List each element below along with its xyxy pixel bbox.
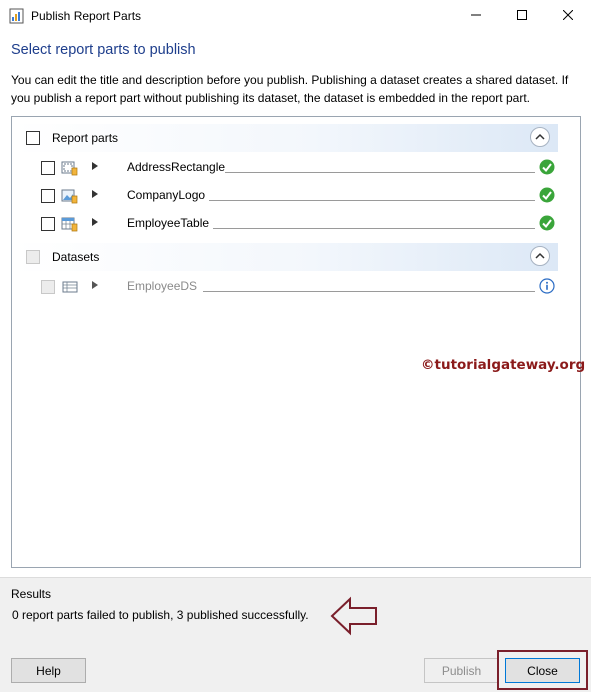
list-item-employee-ds[interactable]: EmployeeDS [13, 275, 573, 299]
info-icon [539, 278, 555, 294]
group-header-report-parts: Report parts [13, 124, 558, 152]
group-header-datasets: Datasets [13, 243, 558, 271]
expand-arrow-icon[interactable] [92, 218, 98, 226]
close-button[interactable]: Close [505, 658, 580, 683]
results-message: 0 report parts failed to publish, 3 publ… [12, 608, 309, 622]
results-title: Results [11, 587, 52, 601]
expand-arrow-icon[interactable] [92, 281, 98, 289]
maximize-button[interactable] [499, 0, 545, 30]
rectangle-icon [61, 161, 78, 176]
item-divider [203, 291, 535, 292]
success-check-icon [539, 187, 555, 203]
item-divider [209, 200, 535, 201]
maximize-icon [517, 10, 527, 20]
expand-arrow-icon[interactable] [92, 162, 98, 170]
item-checkbox[interactable] [41, 217, 55, 231]
page-heading: Select report parts to publish [11, 42, 196, 58]
collapse-report-parts-button[interactable] [530, 127, 550, 147]
report-parts-group-checkbox[interactable] [26, 131, 40, 145]
item-name[interactable]: CompanyLogo [127, 188, 205, 202]
item-name[interactable]: EmployeeTable [127, 216, 209, 230]
item-divider [225, 172, 535, 173]
list-item-address-rectangle[interactable]: AddressRectangle [13, 156, 573, 180]
collapse-datasets-button[interactable] [530, 246, 550, 266]
watermark-text: ©tutorialgateway.org [421, 357, 586, 373]
success-check-icon [539, 215, 555, 231]
title-bar: Publish Report Parts [0, 0, 591, 32]
datasets-group-checkbox[interactable] [26, 250, 40, 264]
results-area: Results 0 report parts failed to publish… [0, 577, 591, 648]
dataset-icon [62, 281, 78, 293]
description-text: You can edit the title and description b… [11, 73, 569, 105]
publish-button[interactable]: Publish [424, 658, 499, 683]
close-window-button[interactable] [545, 0, 591, 30]
minimize-icon [471, 14, 481, 16]
list-item-company-logo[interactable]: CompanyLogo [13, 184, 573, 208]
item-checkbox[interactable] [41, 189, 55, 203]
success-check-icon [539, 159, 555, 175]
table-icon [61, 217, 78, 232]
close-icon [563, 10, 573, 20]
image-icon [61, 189, 78, 204]
report-parts-list: Report parts AddressRectangle CompanyLog… [11, 116, 585, 568]
left-arrow-annotation-icon [330, 596, 377, 636]
item-name[interactable]: EmployeeDS [127, 279, 197, 293]
item-checkbox[interactable] [41, 280, 55, 294]
chevron-up-icon [535, 133, 545, 140]
expand-arrow-icon[interactable] [92, 190, 98, 198]
report-parts-app-icon [9, 8, 24, 24]
window-title: Publish Report Parts [31, 9, 142, 23]
item-checkbox[interactable] [41, 161, 55, 175]
item-divider [213, 228, 535, 229]
chevron-up-icon [535, 252, 545, 259]
minimize-button[interactable] [453, 0, 499, 30]
item-name[interactable]: AddressRectangle [127, 160, 225, 174]
footer-bar: Help Publish Close [0, 648, 591, 692]
help-button[interactable]: Help [11, 658, 86, 683]
group-label-report-parts: Report parts [52, 131, 119, 145]
list-item-employee-table[interactable]: EmployeeTable [13, 212, 573, 236]
group-label-datasets: Datasets [52, 250, 100, 264]
